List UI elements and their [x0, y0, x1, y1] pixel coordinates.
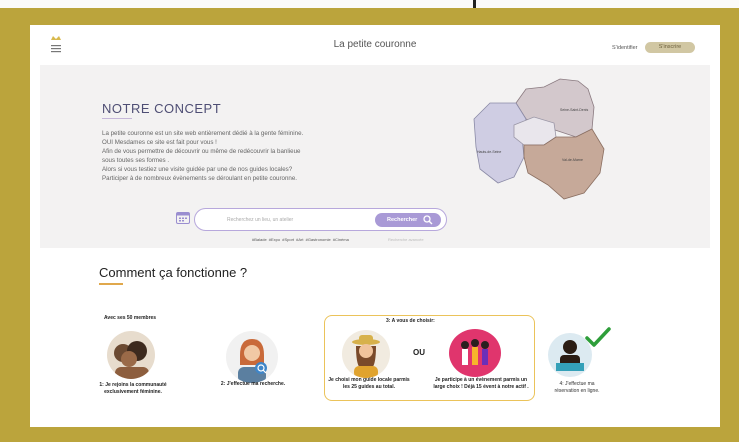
or-label: OU: [413, 348, 425, 357]
step4-caption: 4: J'effectue ma réservation en ligne.: [536, 381, 618, 395]
event-crowd-icon: [461, 339, 489, 365]
search-input[interactable]: Recherchez un lieu, un atelier: [227, 217, 293, 223]
hero-section: NOTRE CONCEPT La petite couronne est un …: [40, 65, 710, 248]
concept-line: Alors si vous testiez une visite guidée …: [102, 166, 293, 174]
map-label-north: Seine-Saint-Denis: [560, 108, 588, 112]
title-underline: [102, 118, 132, 119]
step3-right-line: large choix ! Déjà 15 évent à notre acti…: [433, 384, 529, 390]
step3-left-line: les 25 guides au total.: [343, 384, 395, 390]
step3-header: 3: A vous de choisir:: [386, 318, 435, 324]
step1-header: Avec ses 50 membres: [104, 315, 157, 321]
concept-line: sous toutes ses formes .: [102, 157, 170, 165]
site-header: La petite couronne S'identifier S'inscri…: [30, 25, 720, 65]
web-page: La petite couronne S'identifier S'inscri…: [30, 25, 720, 427]
map-label-west: Hauts-de-Seine: [477, 150, 501, 154]
how-it-works-title: Comment ça fonctionne ?: [99, 265, 248, 280]
step3-right-line: Je participe à un évènement parmis un: [434, 377, 528, 383]
women-group-icon: [114, 341, 149, 379]
step3-left-line: Je choisi mon guide locale parmis: [328, 377, 410, 383]
advanced-search-link[interactable]: Recherche avancée: [388, 237, 424, 242]
concept-title: NOTRE CONCEPT: [102, 101, 222, 116]
search-button[interactable]: Rechercher: [375, 213, 441, 227]
search-button-label: Rechercher: [387, 217, 418, 223]
map-label-south: Val-de-Marne: [562, 158, 583, 162]
signup-button[interactable]: S'inscrire: [645, 42, 695, 53]
calendar-icon[interactable]: [176, 211, 190, 224]
step1-caption: 1: Je rejoins la communauté exclusivemen…: [90, 382, 176, 396]
step3-right-caption: Je participe à un évènement parmis un la…: [424, 377, 538, 391]
step1-caption-line: exclusivement féminine.: [104, 389, 162, 395]
petite-couronne-map[interactable]: Seine-Saint-Denis Hauts-de-Seine Val-de-…: [468, 73, 614, 201]
local-guide-illustration[interactable]: [342, 330, 390, 378]
step2-caption: 2: J'effectue ma recherche.: [220, 381, 286, 387]
concept-line: Afin de vous permettre de découvrir ou m…: [102, 148, 301, 156]
woman-search-icon: [238, 339, 267, 383]
step1-caption-line: 1: Je rejoins la communauté: [99, 382, 167, 388]
step3-left-caption: Je choisi mon guide locale parmis les 25…: [321, 377, 417, 391]
map-region-hauts-de-seine: [473, 102, 527, 184]
concept-line: La petite couronne est un site web entiè…: [102, 130, 304, 137]
search-tags[interactable]: #Balade #Expo #Sport #Art #Gastronomie #…: [252, 237, 349, 242]
how-underline: [99, 283, 123, 285]
event-illustration[interactable]: [449, 329, 501, 377]
community-illustration: [107, 331, 155, 379]
concept-line: OUI Mesdames ce site est fait pour vous …: [102, 139, 217, 147]
research-illustration: [226, 331, 278, 383]
concept-text: La petite couronne est un site web entiè…: [102, 129, 402, 184]
search-icon: [423, 215, 433, 225]
step4-caption-line: 4: J'effectue ma: [559, 381, 595, 387]
login-link[interactable]: S'identifier: [612, 45, 638, 51]
concept-line: Participer à de nombreux évènements se d…: [102, 175, 298, 183]
guide-woman-icon: [352, 335, 380, 378]
search-box[interactable]: Recherchez un lieu, un atelier Recherche…: [194, 208, 447, 231]
step4-caption-line: réservation en ligne.: [554, 388, 600, 394]
checkmark-icon: [585, 327, 611, 347]
